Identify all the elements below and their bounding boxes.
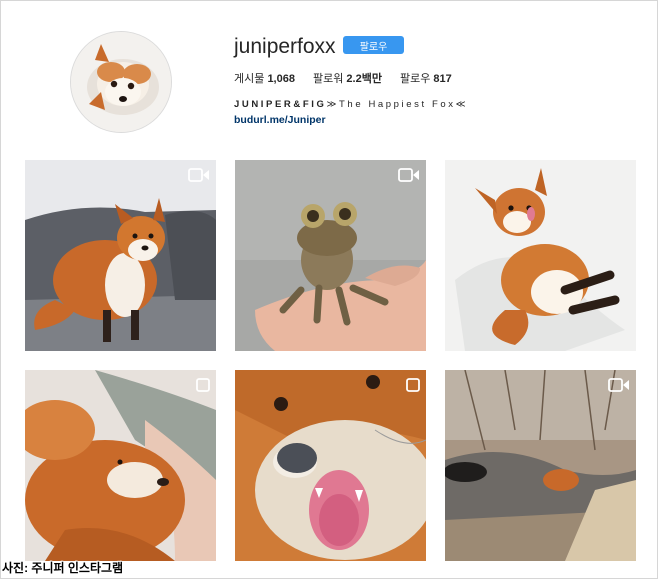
stat-posts-value: 1,068 xyxy=(267,73,295,85)
multi-post-icon xyxy=(406,378,420,392)
photo-credit-caption: 사진: 주니퍼 인스타그램 xyxy=(2,561,124,575)
stat-posts-label: 게시물 xyxy=(234,73,265,85)
bio-name: JUNIPER&FIG xyxy=(234,99,327,110)
post-tile-6[interactable] xyxy=(445,370,636,561)
stat-following-label: 팔로우 xyxy=(399,73,431,85)
fox-on-bed-photo xyxy=(445,160,636,351)
bio-text: ≫The Happiest Fox≪ xyxy=(326,99,469,110)
stat-following[interactable]: 팔로우 817 xyxy=(400,70,452,86)
post-tile-3[interactable] xyxy=(445,160,636,351)
multi-post-icon xyxy=(196,378,210,392)
stat-followers[interactable]: 팔로워 2.2백만 xyxy=(313,70,382,86)
fox-avatar-image xyxy=(71,32,171,132)
follow-button[interactable]: 팔로우 xyxy=(343,36,404,54)
stat-followers-label: 팔로워 xyxy=(312,73,344,85)
post-tile-5[interactable] xyxy=(235,370,426,561)
profile-username: juniperfoxx xyxy=(234,35,336,58)
fox-with-person-photo xyxy=(25,370,216,561)
post-tile-2[interactable] xyxy=(235,160,426,351)
profile-avatar[interactable] xyxy=(70,31,172,133)
video-icon xyxy=(398,168,420,182)
profile-bio: JUNIPER&FIG≫The Happiest Fox≪ xyxy=(234,99,468,110)
fox-on-sofa-photo xyxy=(25,160,216,351)
fox-by-stream-photo xyxy=(445,370,636,561)
stat-following-value: 817 xyxy=(433,73,452,85)
stat-followers-value: 2.2백만 xyxy=(346,73,382,85)
profile-link[interactable]: budurl.me/Juniper xyxy=(234,114,326,126)
fox-closeup-photo xyxy=(235,370,426,561)
post-tile-1[interactable] xyxy=(25,160,216,351)
profile-stats: 게시물 1,068 팔로워 2.2백만 팔로우 817 xyxy=(234,70,452,86)
lizard-on-hand-photo xyxy=(235,160,426,351)
stat-posts: 게시물 1,068 xyxy=(234,70,295,86)
video-icon xyxy=(608,378,630,392)
video-icon xyxy=(188,168,210,182)
post-tile-4[interactable] xyxy=(25,370,216,561)
